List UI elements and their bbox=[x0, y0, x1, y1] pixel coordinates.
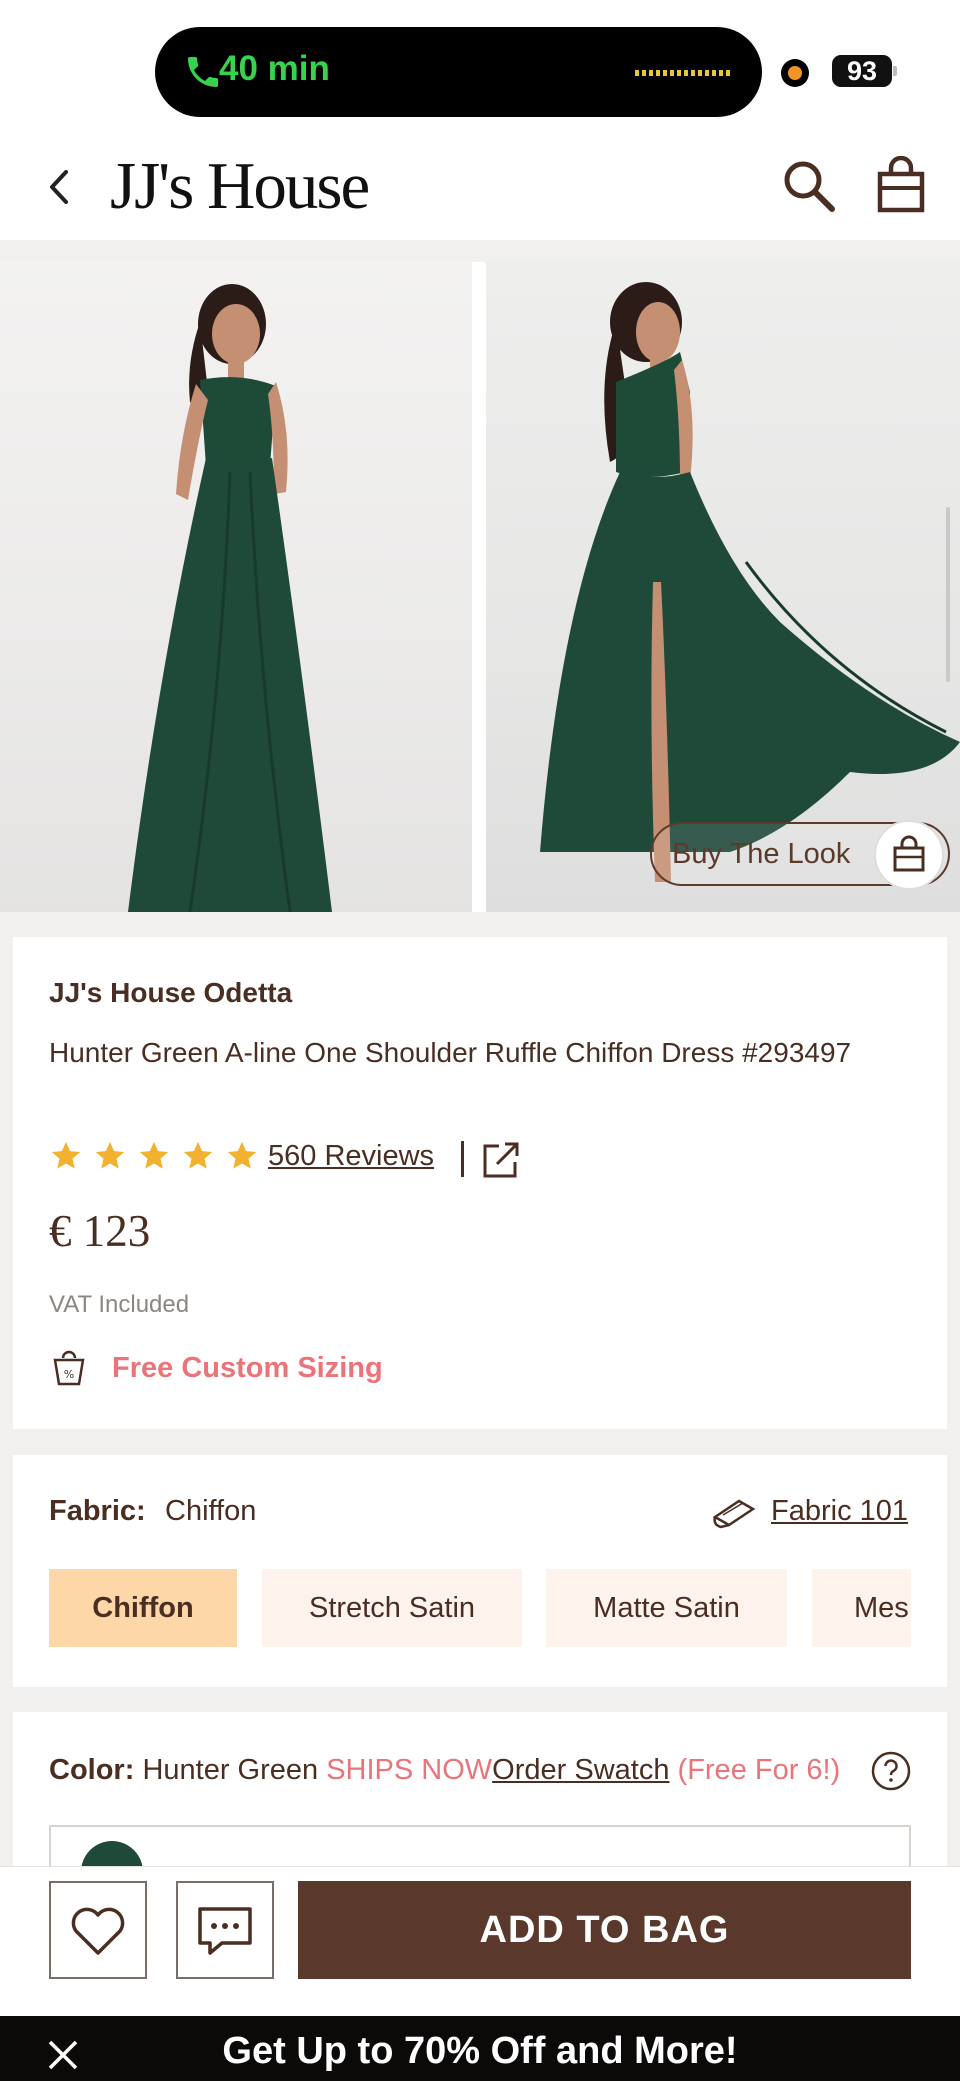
divider bbox=[461, 1141, 464, 1177]
star-icon bbox=[227, 1141, 257, 1169]
color-row: Color: Hunter Green SHIPS NOWOrder Swatc… bbox=[49, 1754, 840, 1787]
fabric-option-stretch-satin[interactable]: Stretch Satin bbox=[262, 1569, 522, 1647]
order-swatch-link[interactable]: Order Swatch bbox=[492, 1754, 669, 1786]
svg-text:%: % bbox=[64, 1368, 74, 1381]
app-header: JJ's House bbox=[0, 140, 960, 240]
gallery-scrollbar bbox=[946, 507, 950, 682]
recording-indicator-icon bbox=[781, 59, 809, 87]
color-label: Color: bbox=[49, 1754, 135, 1786]
help-icon[interactable] bbox=[870, 1750, 912, 1792]
battery-tip bbox=[893, 66, 897, 76]
custom-sizing-tag-icon: % bbox=[53, 1350, 85, 1386]
chat-bubble-icon bbox=[198, 1907, 252, 1955]
shopping-bag-icon[interactable] bbox=[876, 156, 926, 214]
heart-icon bbox=[71, 1907, 125, 1955]
buy-the-look-bag-button[interactable] bbox=[874, 820, 944, 890]
ships-now-badge: SHIPS NOW bbox=[326, 1754, 493, 1786]
product-price: € 123 bbox=[49, 1206, 151, 1256]
vat-note: VAT Included bbox=[49, 1291, 190, 1318]
fabric-option-chiffon[interactable]: Chiffon bbox=[49, 1569, 237, 1647]
star-icon bbox=[139, 1141, 169, 1169]
swatch-free-note: (Free For 6!) bbox=[677, 1754, 841, 1786]
call-duration: 40 min bbox=[219, 49, 330, 88]
star-icon bbox=[183, 1141, 213, 1169]
dynamic-island[interactable]: 40 min bbox=[155, 27, 762, 117]
star-icon bbox=[51, 1141, 81, 1169]
bottom-action-bar: ADD TO BAG bbox=[0, 1866, 960, 2016]
product-photo-side[interactable] bbox=[486, 262, 960, 912]
status-bar: 40 min 93 bbox=[0, 0, 960, 140]
reviews-link[interactable]: 560 Reviews bbox=[268, 1140, 434, 1173]
fabric-option-mesh[interactable]: Mes bbox=[812, 1569, 911, 1647]
battery-level: 93 bbox=[832, 55, 892, 87]
product-gallery[interactable] bbox=[0, 262, 960, 912]
free-custom-sizing[interactable]: Free Custom Sizing bbox=[112, 1352, 383, 1385]
phone-icon bbox=[188, 57, 218, 87]
brand-logo[interactable]: JJ's House bbox=[110, 148, 370, 225]
add-to-bag-button[interactable]: ADD TO BAG bbox=[298, 1881, 911, 1979]
fabric-label: Fabric: bbox=[49, 1495, 146, 1527]
fabric-options: Chiffon Stretch Satin Matte Satin Mes bbox=[49, 1569, 911, 1649]
search-icon[interactable] bbox=[780, 157, 838, 215]
color-selected-value: Hunter Green bbox=[142, 1754, 319, 1786]
rating-stars bbox=[49, 1139, 259, 1179]
buy-the-look-label: Buy The Look bbox=[672, 838, 851, 870]
fabric-selected-value: Chiffon bbox=[165, 1495, 257, 1527]
back-arrow-icon[interactable] bbox=[40, 162, 80, 212]
audio-wave-icon bbox=[635, 70, 730, 76]
promo-text: Get Up to 70% Off and More! bbox=[222, 2030, 738, 2072]
fabric-option-matte-satin[interactable]: Matte Satin bbox=[546, 1569, 787, 1647]
product-title: Hunter Green A-line One Shoulder Ruffle … bbox=[49, 1037, 852, 1068]
fabric-101-link[interactable]: Fabric 101 bbox=[771, 1495, 908, 1528]
fabric-selector-card: Fabric: Chiffon Fabric 101 Chiffon Stret… bbox=[13, 1455, 947, 1687]
product-photo-front[interactable] bbox=[0, 262, 472, 912]
wishlist-button[interactable] bbox=[49, 1881, 147, 1979]
shopping-bag-icon bbox=[893, 835, 925, 872]
chat-button[interactable] bbox=[176, 1881, 274, 1979]
promo-banner[interactable]: Get Up to 70% Off and More! bbox=[0, 2016, 960, 2081]
share-icon[interactable] bbox=[481, 1140, 521, 1180]
star-icon bbox=[95, 1141, 125, 1169]
fabric-roll-icon bbox=[712, 1499, 756, 1529]
product-brand[interactable]: JJ's House Odetta bbox=[49, 977, 292, 1009]
product-info-card: JJ's House Odetta Hunter Green A-line On… bbox=[13, 937, 947, 1429]
